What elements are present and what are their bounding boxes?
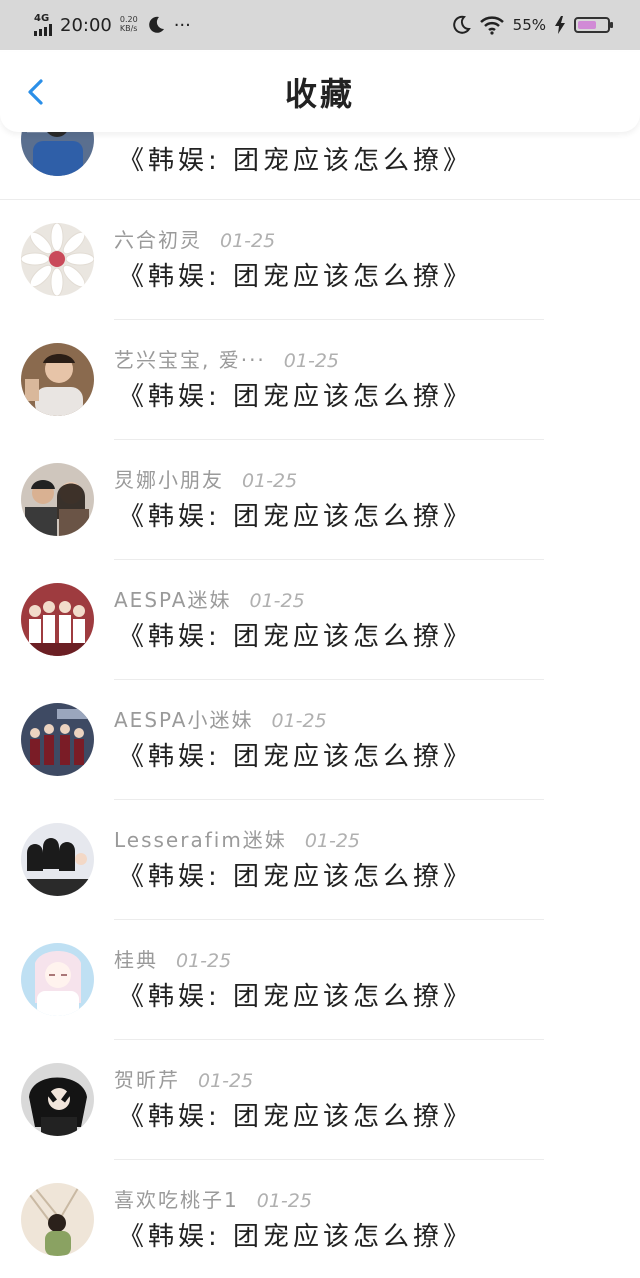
avatar-image: [21, 823, 94, 896]
avatar-image: [21, 1063, 94, 1136]
item-date: 01-25: [271, 710, 327, 732]
user-name[interactable]: AESPA小迷妹: [114, 704, 253, 733]
list-item[interactable]: 艺兴宝宝, 爱··· 01-25 《韩娱: 团宠应该怎么撩》: [0, 320, 640, 440]
avatar-image: [21, 343, 94, 416]
item-date: 01-25: [304, 830, 361, 852]
navigation-header: 收藏: [0, 52, 640, 132]
item-date: 01-25: [249, 590, 305, 612]
moon-icon: [452, 15, 471, 34]
list-item[interactable]: 六合初灵 01-25 《韩娱: 团宠应该怎么撩》: [0, 200, 640, 320]
post-title[interactable]: 《韩娱: 团宠应该怎么撩》: [118, 856, 473, 893]
avatar-image: [21, 943, 94, 1016]
item-meta: 艺兴宝宝, 爱··· 01-25: [114, 344, 339, 373]
wifi-icon: [479, 16, 504, 35]
avatar[interactable]: [21, 1063, 94, 1136]
avatar-image: [21, 223, 94, 296]
user-name[interactable]: 喜欢吃桃子1: [114, 1184, 239, 1213]
moon-icon: [148, 16, 164, 33]
user-name[interactable]: 贺昕芹: [114, 1064, 180, 1093]
post-title[interactable]: 《韩娱: 团宠应该怎么撩》: [118, 256, 473, 293]
post-title[interactable]: 《韩娱: 团宠应该怎么撩》: [118, 1096, 473, 1133]
item-meta: 贺昕芹 01-25: [114, 1064, 253, 1093]
list-item[interactable]: AESPA迷妹 01-25 《韩娱: 团宠应该怎么撩》: [0, 560, 640, 680]
chevron-left-icon[interactable]: [22, 78, 50, 106]
battery-icon: [574, 17, 613, 33]
item-date: 01-25: [283, 350, 340, 372]
item-meta: Lesserafim迷妹 01-25: [114, 824, 360, 853]
post-title[interactable]: 《韩娱: 团宠应该怎么撩》: [118, 616, 473, 653]
list-item[interactable]: 贺昕芹 01-25 《韩娱: 团宠应该怎么撩》: [0, 1040, 640, 1160]
avatar[interactable]: [21, 823, 94, 896]
post-title[interactable]: 《韩娱: 团宠应该怎么撩》: [118, 376, 473, 413]
avatar-image: [21, 1183, 94, 1256]
user-name[interactable]: AESPA迷妹: [114, 584, 231, 613]
item-meta: 喜欢吃桃子1 01-25: [114, 1184, 312, 1213]
speed-unit: KB/s: [119, 24, 138, 33]
post-title[interactable]: 《韩娱: 团宠应该怎么撩》: [118, 496, 473, 533]
item-date: 01-25: [198, 1070, 254, 1092]
list-item[interactable]: 炅娜小朋友 01-25 《韩娱: 团宠应该怎么撩》: [0, 440, 640, 560]
network-speed: 0.20 KB/s: [119, 15, 138, 34]
post-title[interactable]: 《韩娱: 团宠应该怎么撩》: [118, 140, 473, 177]
post-title[interactable]: 《韩娱: 团宠应该怎么撩》: [118, 976, 473, 1013]
item-date: 01-25: [256, 1190, 312, 1212]
page-title: 收藏: [284, 75, 355, 113]
list-item[interactable]: AESPA小迷妹 01-25 《韩娱: 团宠应该怎么撩》: [0, 680, 640, 800]
status-bar: 4G 20:00 0.20 KB/s ··· 55%: [0, 0, 640, 50]
user-name[interactable]: Lesserafim迷妹: [114, 824, 287, 853]
battery-percent: 55%: [512, 16, 546, 34]
avatar[interactable]: [21, 223, 94, 296]
user-name[interactable]: 六合初灵: [114, 224, 202, 253]
more-notifications: ···: [173, 14, 191, 36]
avatar[interactable]: [21, 583, 94, 656]
lightning-icon: [555, 16, 565, 34]
post-title[interactable]: 《韩娱: 团宠应该怎么撩》: [118, 736, 473, 773]
user-name[interactable]: 艺兴宝宝, 爱···: [114, 344, 266, 373]
item-date: 01-25: [242, 470, 298, 492]
avatar-image: [21, 463, 94, 536]
item-meta: 桂典 01-25: [114, 944, 231, 973]
avatar[interactable]: [21, 343, 94, 416]
user-name[interactable]: 炅娜小朋友: [114, 464, 224, 493]
avatar[interactable]: [21, 463, 94, 536]
signal-icon: [34, 24, 52, 36]
status-left: 4G 20:00 0.20 KB/s ···: [34, 14, 191, 36]
item-meta: AESPA迷妹 01-25: [114, 584, 305, 613]
item-meta: 炅娜小朋友 01-25: [114, 464, 297, 493]
avatar-image: [21, 703, 94, 776]
list-item[interactable]: Lesserafim迷妹 01-25 《韩娱: 团宠应该怎么撩》: [0, 800, 640, 920]
avatar[interactable]: [21, 1183, 94, 1256]
avatar-image: [21, 583, 94, 656]
item-meta: 六合初灵 01-25: [114, 224, 275, 253]
list-item[interactable]: 桂典 01-25 《韩娱: 团宠应该怎么撩》: [0, 920, 640, 1040]
item-meta: AESPA小迷妹 01-25: [114, 704, 327, 733]
user-name[interactable]: 桂典: [114, 944, 158, 973]
item-date: 01-25: [176, 950, 232, 972]
post-title[interactable]: 《韩娱: 团宠应该怎么撩》: [118, 1216, 473, 1253]
favorites-list: 《韩娱: 团宠应该怎么撩》 六合初灵 01-25 《韩娱: 团宠应该怎么撩》 艺…: [0, 103, 640, 1278]
avatar[interactable]: [21, 943, 94, 1016]
item-date: 01-25: [220, 230, 276, 252]
network-type: 4G: [34, 13, 50, 24]
avatar[interactable]: [21, 703, 94, 776]
network-indicator: 4G: [34, 14, 52, 36]
clock: 20:00: [60, 14, 112, 36]
list-item[interactable]: 喜欢吃桃子1 01-25 《韩娱: 团宠应该怎么撩》: [0, 1160, 640, 1278]
status-right: 55%: [451, 15, 613, 35]
